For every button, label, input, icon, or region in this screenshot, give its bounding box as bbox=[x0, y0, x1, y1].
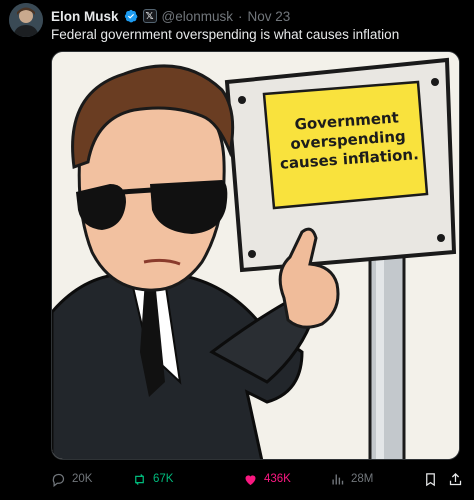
tweet-image[interactable]: Government overspending causes inflation… bbox=[51, 51, 460, 460]
views-count: 28M bbox=[351, 473, 374, 485]
separator-dot: · bbox=[238, 8, 243, 24]
tweet-header: Elon Musk 𝕏 @elonmusk · Nov 23 bbox=[51, 7, 290, 25]
tweet-date[interactable]: Nov 23 bbox=[248, 9, 291, 24]
tweet-text: Federal government overspending is what … bbox=[51, 27, 400, 42]
share-icon bbox=[449, 472, 462, 485]
action-bar: 20K 67K 436K 28M bbox=[51, 468, 464, 490]
reply-count: 20K bbox=[72, 473, 93, 485]
share-button[interactable] bbox=[448, 468, 463, 490]
author-name[interactable]: Elon Musk bbox=[51, 9, 119, 24]
repost-icon bbox=[134, 473, 145, 485]
verified-badge-icon bbox=[124, 9, 138, 23]
avatar[interactable] bbox=[9, 3, 43, 37]
like-button[interactable]: 436K bbox=[243, 468, 291, 490]
repost-button[interactable]: 67K bbox=[132, 468, 173, 490]
heart-icon bbox=[245, 474, 256, 485]
tweet: Elon Musk 𝕏 @elonmusk · Nov 23 Federal g… bbox=[0, 0, 474, 500]
sign-caption: Government overspending causes inflation… bbox=[271, 85, 426, 195]
reply-button[interactable]: 20K bbox=[51, 468, 92, 490]
like-count: 436K bbox=[264, 473, 291, 485]
bookmark-button[interactable] bbox=[423, 468, 438, 490]
author-handle[interactable]: @elonmusk bbox=[162, 9, 233, 24]
bookmark-icon bbox=[426, 472, 435, 486]
reply-icon bbox=[52, 473, 65, 487]
views-button[interactable]: 28M bbox=[330, 468, 373, 490]
views-icon bbox=[332, 474, 344, 484]
repost-count: 67K bbox=[153, 473, 174, 485]
affiliate-badge-icon: 𝕏 bbox=[142, 9, 157, 23]
